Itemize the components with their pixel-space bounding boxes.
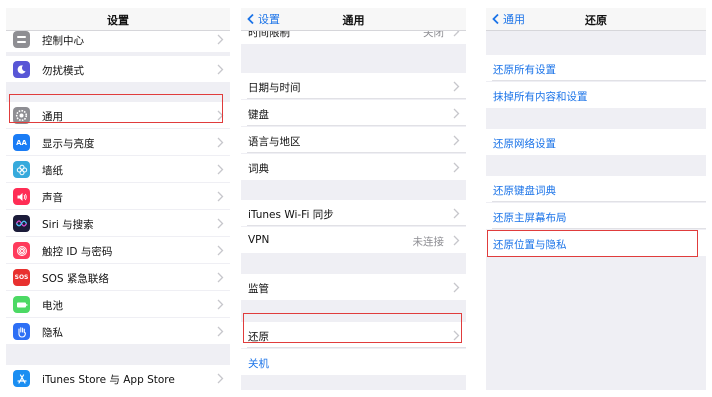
flower-icon [13,161,30,178]
chevron-right-icon [217,164,224,175]
chevron-right-icon [453,235,460,246]
settings-item-do-not-disturb[interactable]: 勿扰模式 [6,56,230,82]
hand-icon [13,323,30,340]
page-title: 通用 [342,14,365,27]
settings-item-privacy[interactable]: 隐私 [6,318,230,344]
chevron-right-icon [217,299,224,310]
general-navbar: 设置 通用 [241,8,466,31]
general-item-vpn[interactable]: VPN 未连接 [241,227,466,253]
chevron-right-icon [217,326,224,337]
settings-item-wallpaper[interactable]: 墙纸 [6,156,230,182]
chevron-right-icon [453,81,460,92]
settings-item-touch-id[interactable]: 触控 ID 与密码 [6,237,230,263]
control-center-icon [13,31,30,48]
chevron-right-icon [217,272,224,283]
reset-navbar: 通用 还原 [486,8,706,31]
chevron-right-icon [217,373,224,384]
general-item-itunes-wifi-sync[interactable]: iTunes Wi-Fi 同步 [241,200,466,226]
display-brightness-icon: AA [13,134,30,151]
general-item-label: 还原 [248,331,269,343]
general-item-reset[interactable]: 还原 [241,322,466,348]
reset-all-settings[interactable]: 还原所有设置 [486,55,706,81]
page-title: 还原 [585,14,607,27]
settings-item-general[interactable]: 通用 [6,102,230,128]
chevron-right-icon [217,191,224,202]
chevron-right-icon [217,218,224,229]
settings-item-label: 通用 [42,111,63,123]
chevron-right-icon [453,208,460,219]
general-item-dictionary[interactable]: 词典 [241,154,466,180]
general-item-label: iTunes Wi-Fi 同步 [248,209,334,221]
settings-panel: 设置 控制中心 勿扰模式 通用 AA 显示与亮度 墙纸 声音 Siri 与搜索 … [6,8,230,390]
general-item-label: 语言与地区 [248,136,301,148]
chevron-right-icon [217,110,224,121]
settings-item-emergency-sos[interactable]: SOS SOS 紧急联络 [6,264,230,290]
general-item-label: 监管 [248,283,269,295]
settings-item-label: 勿扰模式 [42,65,84,77]
chevron-right-icon [453,135,460,146]
settings-item-label: Siri 与搜索 [42,219,94,231]
settings-item-label: iTunes Store 与 App Store [42,374,175,386]
chevron-right-icon [453,330,460,341]
reset-location-privacy[interactable]: 还原位置与隐私 [486,230,706,256]
settings-item-battery[interactable]: 电池 [6,291,230,317]
chevron-right-icon [453,162,460,173]
speaker-icon [13,188,30,205]
reset-home-screen-layout[interactable]: 还原主屏幕布局 [486,203,706,229]
general-item-shut-down[interactable]: 关机 [241,349,466,375]
settings-item-label: 声音 [42,192,63,204]
settings-item-label: 墙纸 [42,165,63,177]
settings-navbar: 设置 [6,8,230,31]
reset-item-label: 还原网络设置 [493,138,556,150]
chevron-right-icon [217,245,224,256]
reset-item-label: 还原位置与隐私 [493,239,567,251]
chevron-right-icon [217,34,224,45]
general-item-label: 键盘 [248,109,269,121]
vpn-status: 未连接 [412,236,445,248]
erase-all-content-settings[interactable]: 抹掉所有内容和设置 [486,82,706,108]
reset-item-label: 还原所有设置 [493,64,556,76]
general-item-label: 日期与时间 [248,82,301,94]
settings-item-label: 电池 [42,300,63,312]
general-panel: 设置 通用 时间限制 关闭 日期与时间 键盘 语言与地区 词典 iTunes W… [241,8,466,390]
general-item-label: 词典 [248,163,269,175]
reset-item-label: 还原主屏幕布局 [493,212,567,224]
settings-item-sounds[interactable]: 声音 [6,183,230,209]
settings-item-display[interactable]: AA 显示与亮度 [6,129,230,155]
general-item-label: VPN [248,234,270,246]
gear-icon [13,107,30,124]
siri-icon [13,215,30,232]
reset-network-settings[interactable]: 还原网络设置 [486,129,706,155]
general-item-date-time[interactable]: 日期与时间 [241,73,466,99]
general-item-language-region[interactable]: 语言与地区 [241,127,466,153]
shut-down-label: 关机 [248,358,269,370]
settings-item-label: 显示与亮度 [42,138,95,150]
sos-icon: SOS [13,269,30,286]
chevron-right-icon [217,64,224,75]
reset-panel: 通用 还原 还原所有设置 抹掉所有内容和设置 还原网络设置 还原键盘词典 还原主… [486,8,706,390]
settings-item-label: SOS 紧急联络 [42,273,109,285]
page-title: 设置 [107,14,129,27]
moon-icon [13,61,30,78]
general-item-keyboard[interactable]: 键盘 [241,100,466,126]
settings-item-label: 控制中心 [42,35,84,47]
chevron-right-icon [217,137,224,148]
settings-item-itunes-app-store[interactable]: iTunes Store 与 App Store [6,365,230,390]
chevron-right-icon [453,282,460,293]
settings-item-label: 触控 ID 与密码 [42,246,113,258]
app-store-icon [13,370,30,387]
settings-item-label: 隐私 [42,327,63,339]
chevron-right-icon [453,108,460,119]
general-item-device-management[interactable]: 监管 [241,274,466,300]
battery-icon [13,296,30,313]
reset-item-label: 还原键盘词典 [493,185,556,197]
reset-item-label: 抹掉所有内容和设置 [493,91,588,103]
fingerprint-icon [13,242,30,259]
settings-item-siri[interactable]: Siri 与搜索 [6,210,230,236]
reset-keyboard-dictionary[interactable]: 还原键盘词典 [486,176,706,202]
